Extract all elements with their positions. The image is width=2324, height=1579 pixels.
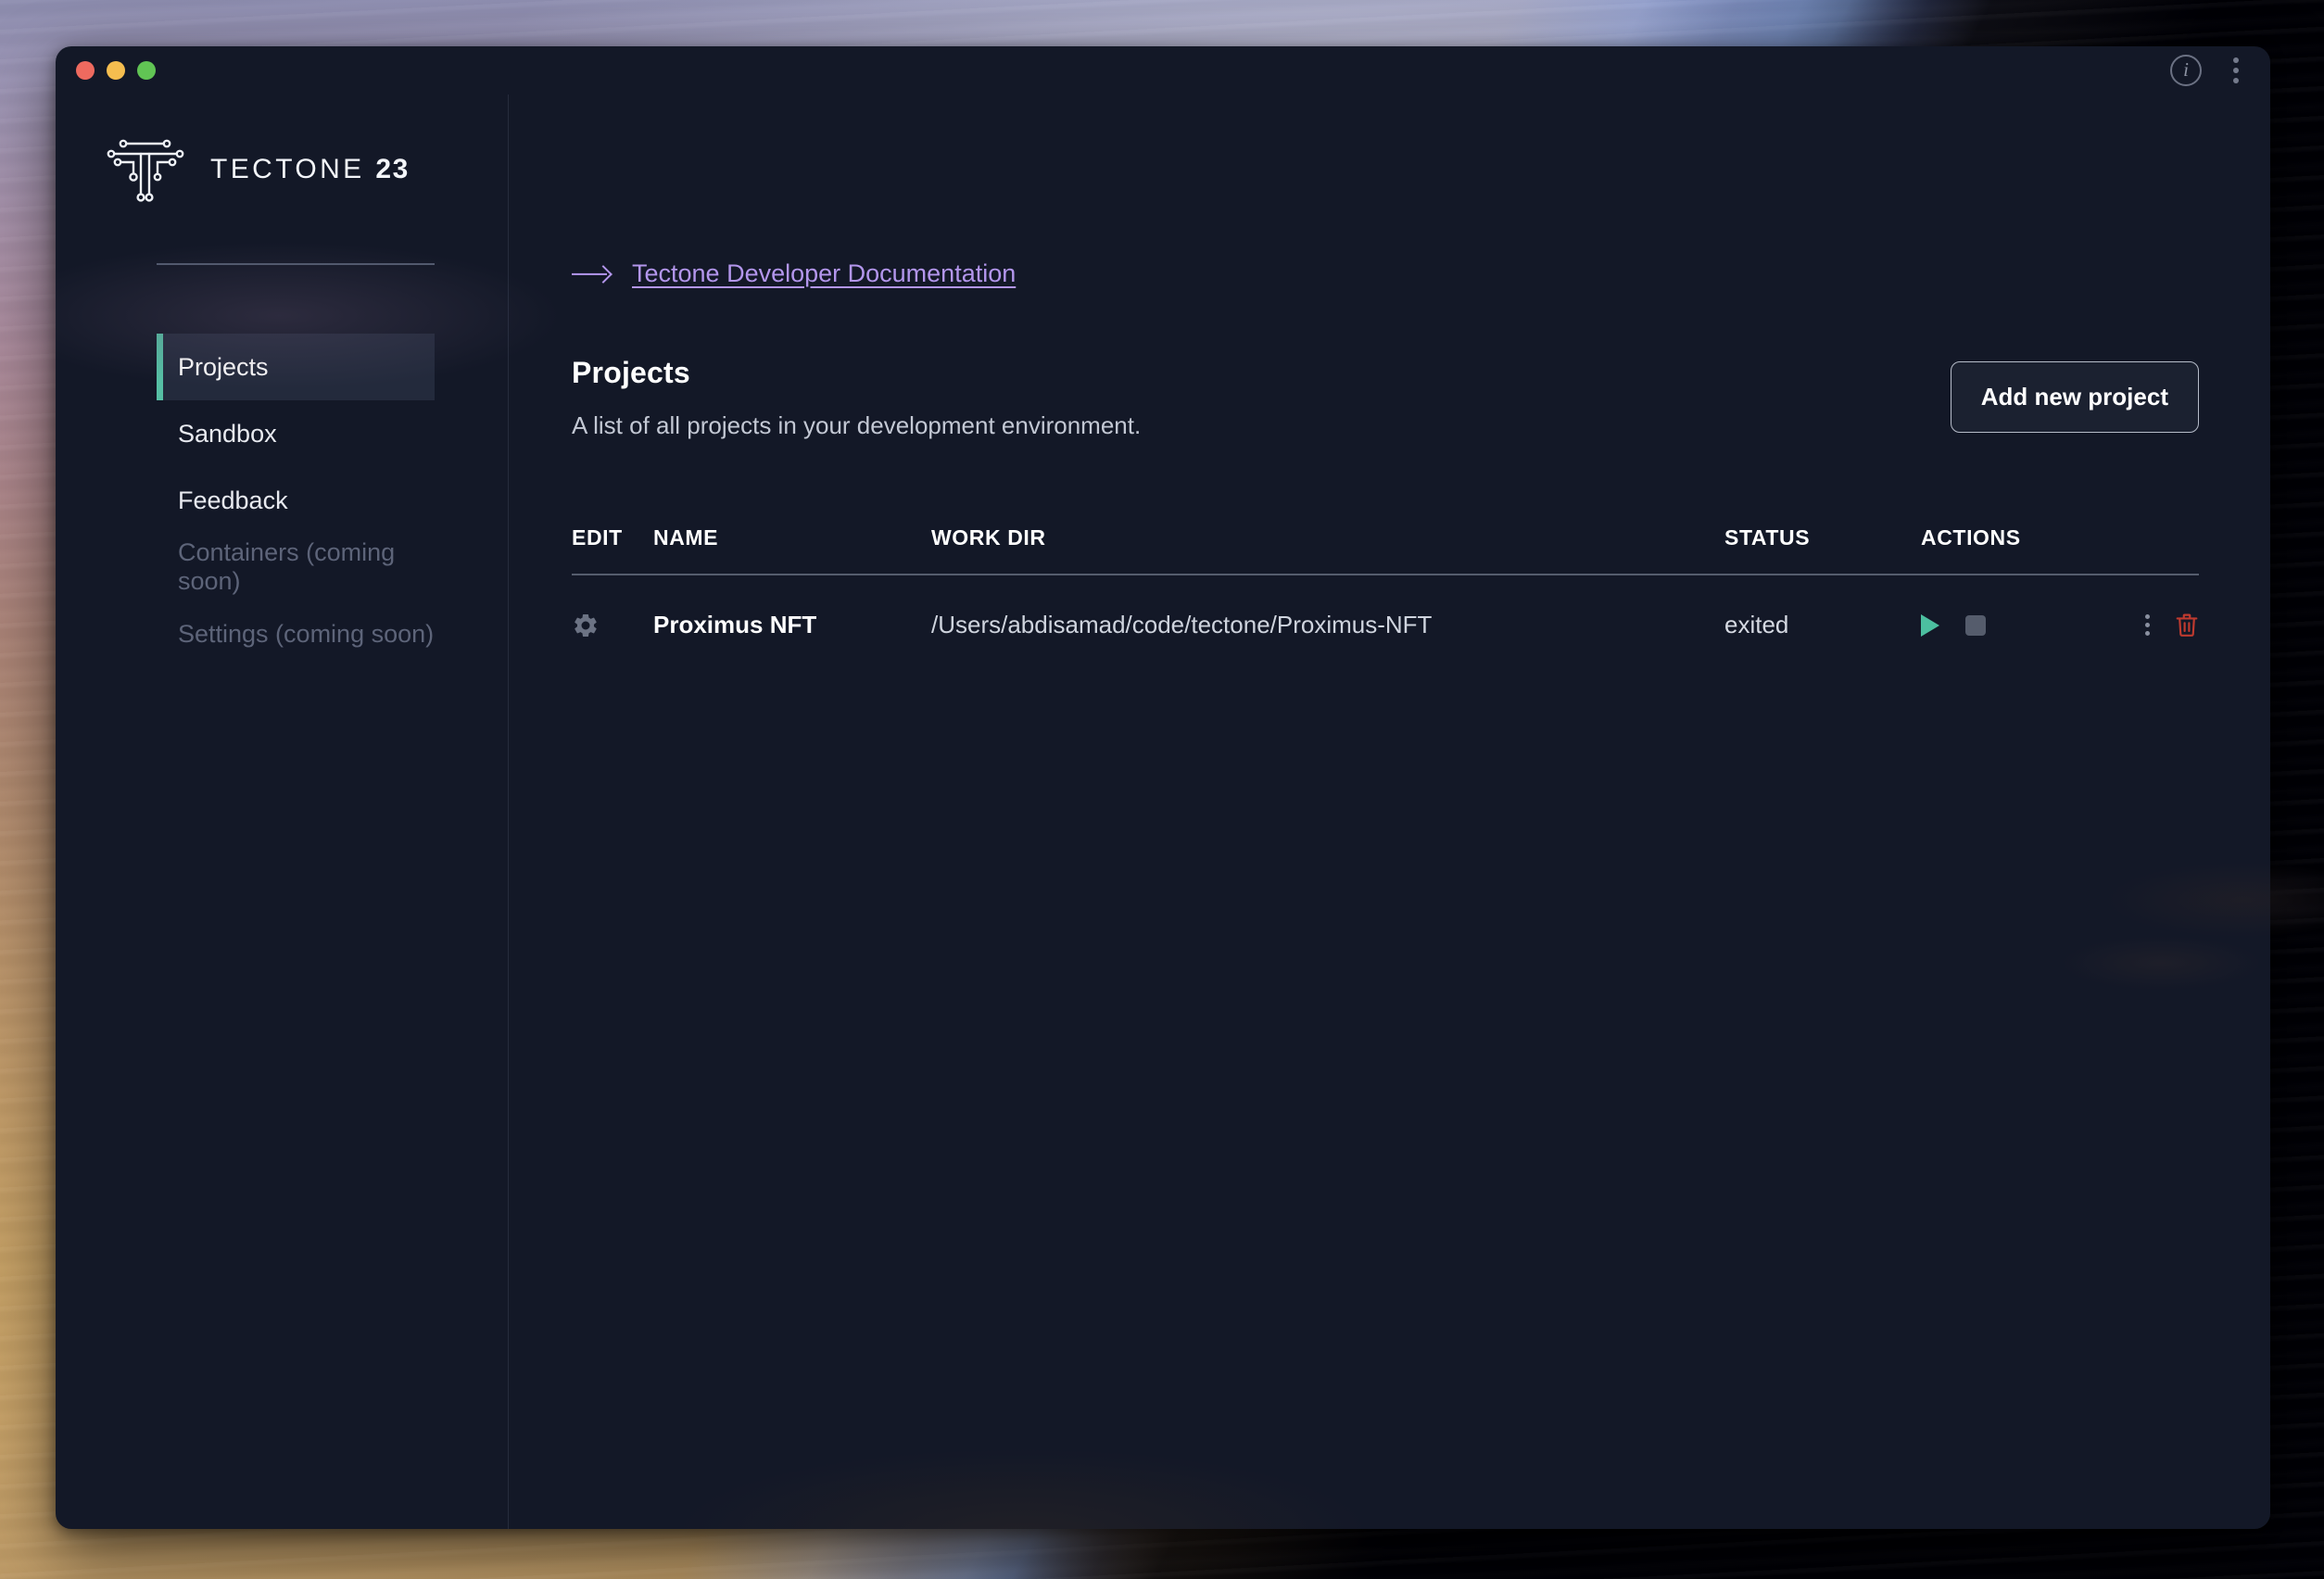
table-row: Proximus NFT /Users/abdisamad/code/tecto… <box>572 575 2199 639</box>
kebab-menu-icon[interactable] <box>2139 612 2156 638</box>
window-body: TECTONE 23 Projects Sandbox Feedback Con… <box>56 95 2270 1529</box>
title-bar-actions: i <box>2170 54 2246 87</box>
tectone-circuit-t-logo-icon <box>107 139 184 202</box>
app-window: i TECTONE 23 Projects Sandbox Feedback C… <box>56 46 2270 1529</box>
desktop-wallpaper: i TECTONE 23 Projects Sandbox Feedback C… <box>0 0 2324 1579</box>
page-subtitle: A list of all projects in your developme… <box>572 411 1142 439</box>
arrow-right-icon <box>572 264 611 284</box>
row-actions-trailing <box>2139 612 2199 639</box>
add-new-project-button[interactable]: Add new project <box>1950 361 2199 433</box>
play-icon[interactable] <box>1921 613 1939 637</box>
projects-table-body: Proximus NFT /Users/abdisamad/code/tecto… <box>572 575 2199 639</box>
close-window-button[interactable] <box>76 61 95 80</box>
sidebar-item-label: Feedback <box>178 486 288 514</box>
sidebar-item-label: Settings (coming soon) <box>178 619 435 648</box>
documentation-link[interactable]: Tectone Developer Documentation <box>632 259 1016 288</box>
cell-actions <box>1921 575 2199 639</box>
projects-table-head: EDIT NAME WORK DIR STATUS ACTIONS <box>572 525 2199 575</box>
brand-name: TECTONE 23 <box>210 154 410 185</box>
sidebar-divider <box>157 263 435 265</box>
minimize-window-button[interactable] <box>107 61 125 80</box>
sidebar: TECTONE 23 Projects Sandbox Feedback Con… <box>56 95 509 1529</box>
stop-icon[interactable] <box>1965 614 1986 636</box>
overflow-menu-icon[interactable] <box>2226 54 2246 87</box>
sidebar-item-containers: Containers (coming soon) <box>157 534 435 600</box>
cell-work-dir: /Users/abdisamad/code/tectone/Proximus-N… <box>931 611 1433 638</box>
sidebar-item-projects[interactable]: Projects <box>157 334 435 400</box>
zoom-window-button[interactable] <box>137 61 156 80</box>
trash-icon[interactable] <box>2175 612 2199 639</box>
column-header-name: NAME <box>653 525 931 575</box>
title-bar: i <box>56 46 2270 95</box>
column-header-status: STATUS <box>1724 525 1921 575</box>
column-header-edit: EDIT <box>572 525 653 575</box>
window-traffic-lights <box>76 61 156 80</box>
brand: TECTONE 23 <box>56 111 508 208</box>
table-header-row: EDIT NAME WORK DIR STATUS ACTIONS <box>572 525 2199 575</box>
projects-table: EDIT NAME WORK DIR STATUS ACTIONS Proxim… <box>572 525 2199 639</box>
sidebar-item-feedback[interactable]: Feedback <box>157 467 435 534</box>
cell-edit <box>572 575 653 639</box>
sidebar-item-sandbox[interactable]: Sandbox <box>157 400 435 467</box>
row-actions <box>1921 612 2199 639</box>
page-header: Projects A list of all projects in your … <box>572 356 2199 440</box>
gear-icon[interactable] <box>572 612 600 639</box>
sidebar-item-label: Containers (coming soon) <box>178 538 396 595</box>
status-badge: exited <box>1724 611 1789 638</box>
sidebar-item-settings: Settings (coming soon) <box>157 600 435 667</box>
info-icon[interactable]: i <box>2170 55 2202 86</box>
brand-number: 23 <box>375 154 410 184</box>
documentation-link-row: Tectone Developer Documentation <box>572 259 2199 288</box>
column-header-actions: ACTIONS <box>1921 525 2199 575</box>
page-header-text: Projects A list of all projects in your … <box>572 356 1951 440</box>
column-header-workdir: WORK DIR <box>931 525 1724 575</box>
brand-word: TECTONE <box>210 154 365 184</box>
sidebar-item-label: Sandbox <box>178 419 277 448</box>
main-content: Tectone Developer Documentation Projects… <box>509 95 2270 1529</box>
page-title: Projects <box>572 356 690 389</box>
sidebar-nav: Projects Sandbox Feedback Containers (co… <box>56 334 508 667</box>
sidebar-item-label: Projects <box>178 352 269 381</box>
cell-project-name: Proximus NFT <box>653 611 817 638</box>
